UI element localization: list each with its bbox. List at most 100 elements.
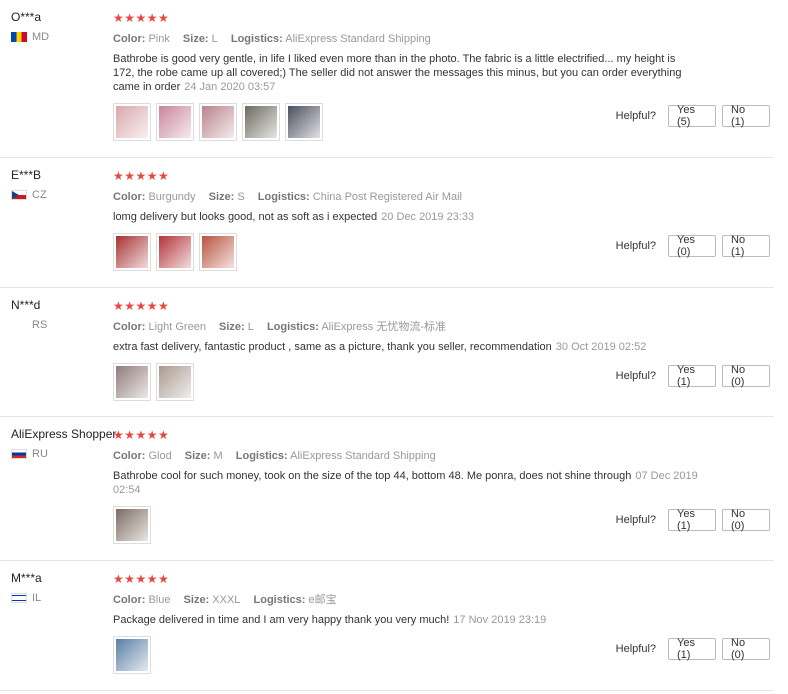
logistics-value: AliExpress Standard Shipping xyxy=(290,450,436,462)
photo-image xyxy=(116,639,148,671)
review-meta: Color: Glod Size: M Logistics: AliExpres… xyxy=(113,449,703,463)
helpful-label: Helpful? xyxy=(615,240,656,252)
reviewer-country: IL xyxy=(11,592,41,604)
logistics-label: Logistics: xyxy=(235,450,288,462)
size-label: Size: xyxy=(184,450,211,462)
country-code: RS xyxy=(32,319,48,331)
review-body: ★★★★★ Color: Burgundy Size: S Logistics:… xyxy=(113,170,703,271)
color-label: Color: xyxy=(113,33,146,45)
size-value: XXXL xyxy=(212,594,241,606)
helpful-no-button[interactable]: No (0) xyxy=(722,508,770,532)
helpful-no-button[interactable]: No (1) xyxy=(722,104,770,128)
rating-stars: ★★★★★ xyxy=(113,11,170,25)
review-photos xyxy=(113,506,703,544)
review-date: 24 Jan 2020 03:57 xyxy=(184,81,276,93)
reviewer-name: E***B xyxy=(11,168,42,182)
photo-image xyxy=(116,106,148,138)
review-date: 20 Dec 2019 23:33 xyxy=(381,211,475,223)
helpful-yes-button[interactable]: Yes (1) xyxy=(668,508,716,532)
reviewer-name: O***a xyxy=(11,10,42,24)
review-item: AliExpress Shopper RU ★★★★★ Color: Glod … xyxy=(0,417,774,561)
helpful-controls: Helpful? Yes (0) No (1) xyxy=(615,234,770,258)
logistics-value: China Post Registered Air Mail xyxy=(312,191,462,203)
helpful-label: Helpful? xyxy=(615,110,656,122)
review-photos xyxy=(113,233,703,271)
color-label: Color: xyxy=(113,594,146,606)
rating-stars: ★★★★★ xyxy=(113,299,170,313)
review-date: 17 Nov 2019 23:19 xyxy=(453,614,547,626)
review-photo[interactable] xyxy=(242,103,280,141)
review-photo[interactable] xyxy=(285,103,323,141)
helpful-controls: Helpful? Yes (1) No (0) xyxy=(616,508,770,532)
review-photo[interactable] xyxy=(199,103,237,141)
color-label: Color: xyxy=(113,450,146,462)
review-body: ★★★★★ Color: Glod Size: M Logistics: Ali… xyxy=(113,429,703,544)
review-photo[interactable] xyxy=(156,363,194,401)
review-body: ★★★★★ Color: Blue Size: XXXL Logistics: … xyxy=(113,573,703,674)
review-photo[interactable] xyxy=(113,233,151,271)
review-photo[interactable] xyxy=(113,636,151,674)
review-meta: Color: Blue Size: XXXL Logistics: e邮宝 xyxy=(113,593,703,607)
helpful-yes-button[interactable]: Yes (0) xyxy=(668,234,716,258)
helpful-no-button[interactable]: No (1) xyxy=(722,234,770,258)
ru-flag-icon xyxy=(11,449,27,459)
review-meta: Color: Light Green Size: L Logistics: Al… xyxy=(113,320,703,334)
review-photo[interactable] xyxy=(199,233,237,271)
photo-image xyxy=(245,106,277,138)
helpful-yes-button[interactable]: Yes (1) xyxy=(668,637,716,661)
review-photo[interactable] xyxy=(113,103,151,141)
review-meta: Color: Burgundy Size: S Logistics: China… xyxy=(113,190,703,204)
color-value: Glod xyxy=(148,450,172,462)
reviewer-country: RS xyxy=(11,319,47,331)
review-photo[interactable] xyxy=(113,506,151,544)
review-item: M***a IL ★★★★★ Color: Blue Size: XXXL Lo… xyxy=(0,561,774,691)
logistics-label: Logistics: xyxy=(230,33,283,45)
review-content: Bathrobe cool for such money, took on th… xyxy=(113,470,632,482)
helpful-controls: Helpful? Yes (5) No (1) xyxy=(615,104,770,128)
review-photo[interactable] xyxy=(156,233,194,271)
review-photo[interactable] xyxy=(113,363,151,401)
color-label: Color: xyxy=(113,191,146,203)
review-date: 30 Oct 2019 02:52 xyxy=(555,341,647,353)
review-item: O***a MD ★★★★★ Color: Pink Size: L Logis… xyxy=(0,0,774,158)
color-value: Light Green xyxy=(148,321,206,333)
logistics-label: Logistics: xyxy=(266,321,319,333)
review-meta: Color: Pink Size: L Logistics: AliExpres… xyxy=(113,32,703,46)
reviewer-name: N***d xyxy=(11,298,41,312)
review-body: ★★★★★ Color: Light Green Size: L Logisti… xyxy=(113,300,703,401)
review-photos xyxy=(113,103,703,141)
size-label: Size: xyxy=(182,33,209,45)
photo-image xyxy=(202,106,234,138)
photo-image xyxy=(159,236,191,268)
rating-stars: ★★★★★ xyxy=(113,428,170,442)
size-value: M xyxy=(213,450,223,462)
country-code: RU xyxy=(32,448,48,460)
reviewer-name: M***a xyxy=(11,571,42,585)
review-photo[interactable] xyxy=(156,103,194,141)
review-text: Bathrobe is good very gentle, in life I … xyxy=(113,52,698,94)
review-photos xyxy=(113,636,703,674)
size-label: Size: xyxy=(208,191,235,203)
helpful-label: Helpful? xyxy=(615,643,656,655)
photo-image xyxy=(116,509,148,541)
helpful-yes-button[interactable]: Yes (1) xyxy=(668,364,716,388)
logistics-value: AliExpress Standard Shipping xyxy=(285,33,431,45)
color-value: Burgundy xyxy=(148,191,196,203)
logistics-value: AliExpress 无忧物流-标准 xyxy=(321,321,447,333)
helpful-yes-button[interactable]: Yes (5) xyxy=(668,104,716,128)
review-text: Package delivered in time and I am very … xyxy=(113,613,698,627)
color-value: Pink xyxy=(148,33,170,45)
cz-flag-icon xyxy=(11,190,27,200)
size-label: Size: xyxy=(219,321,245,333)
md-flag-icon xyxy=(11,32,27,42)
photo-image xyxy=(159,106,191,138)
review-text: Bathrobe cool for such money, took on th… xyxy=(113,469,698,497)
helpful-label: Helpful? xyxy=(615,370,656,382)
color-label: Color: xyxy=(113,321,146,333)
helpful-no-button[interactable]: No (0) xyxy=(722,637,770,661)
review-item: E***B CZ ★★★★★ Color: Burgundy Size: S L… xyxy=(0,158,774,288)
reviewer-name: AliExpress Shopper xyxy=(11,427,117,441)
review-photos xyxy=(113,363,703,401)
il-flag-icon xyxy=(11,593,27,603)
helpful-no-button[interactable]: No (0) xyxy=(722,364,770,388)
